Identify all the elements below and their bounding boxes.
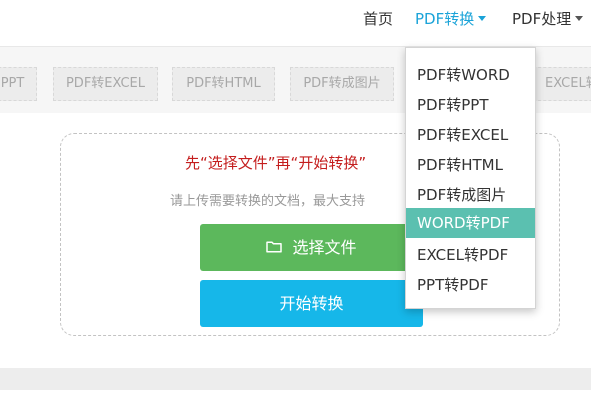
menu-item-pdf-to-ppt[interactable]: PDF转PPT bbox=[406, 90, 535, 120]
menu-item-pdf-to-image[interactable]: PDF转成图片 bbox=[406, 180, 535, 210]
menu-item-excel-to-pdf[interactable]: EXCEL转PDF bbox=[406, 240, 535, 270]
menu-item-pdf-to-excel[interactable]: PDF转EXCEL bbox=[406, 120, 535, 150]
upload-instruction: 先“选择文件”再“开始转换” bbox=[185, 154, 367, 172]
pdf-convert-dropdown-menu: PDF转WORD PDF转PPT PDF转EXCEL PDF转HTML PDF转… bbox=[405, 47, 536, 309]
footer-strip bbox=[0, 368, 591, 390]
start-convert-button[interactable]: 开始转换 bbox=[200, 280, 423, 327]
choose-file-button[interactable]: 选择文件 bbox=[200, 224, 423, 271]
folder-icon bbox=[266, 240, 283, 253]
menu-item-word-to-pdf[interactable]: WORD转PDF bbox=[406, 208, 535, 238]
menu-item-pdf-to-html[interactable]: PDF转HTML bbox=[406, 150, 535, 180]
tab-pdf-to-ppt[interactable]: PPT bbox=[0, 67, 37, 101]
tab-pdf-to-image[interactable]: PDF转成图片 bbox=[290, 67, 394, 101]
tab-pdf-to-html[interactable]: PDF转HTML bbox=[172, 67, 275, 101]
start-convert-label: 开始转换 bbox=[279, 294, 344, 313]
menu-item-ppt-to-pdf[interactable]: PPT转PDF bbox=[406, 270, 535, 300]
caret-down-icon bbox=[478, 16, 487, 21]
nav-pdf-convert-label: PDF转换 bbox=[415, 10, 475, 28]
nav-pdf-process-label: PDF处理 bbox=[512, 10, 572, 28]
choose-file-label: 选择文件 bbox=[292, 238, 357, 257]
upload-subtext: 请上传需要转换的文档，最大支持 bbox=[170, 194, 366, 209]
tab-pdf-to-excel[interactable]: PDF转EXCEL bbox=[53, 67, 158, 101]
tab-excel-to-pdf[interactable]: EXCEL转 bbox=[533, 67, 591, 101]
menu-item-pdf-to-word[interactable]: PDF转WORD bbox=[406, 60, 535, 90]
nav-pdf-process-menu[interactable]: PDF处理 bbox=[512, 9, 584, 29]
nav-pdf-convert-menu[interactable]: PDF转换 bbox=[415, 9, 487, 29]
top-navigation: 首页 PDF转换 PDF处理 bbox=[0, 0, 591, 47]
caret-down-icon bbox=[575, 16, 584, 21]
nav-home-link[interactable]: 首页 bbox=[363, 9, 393, 29]
